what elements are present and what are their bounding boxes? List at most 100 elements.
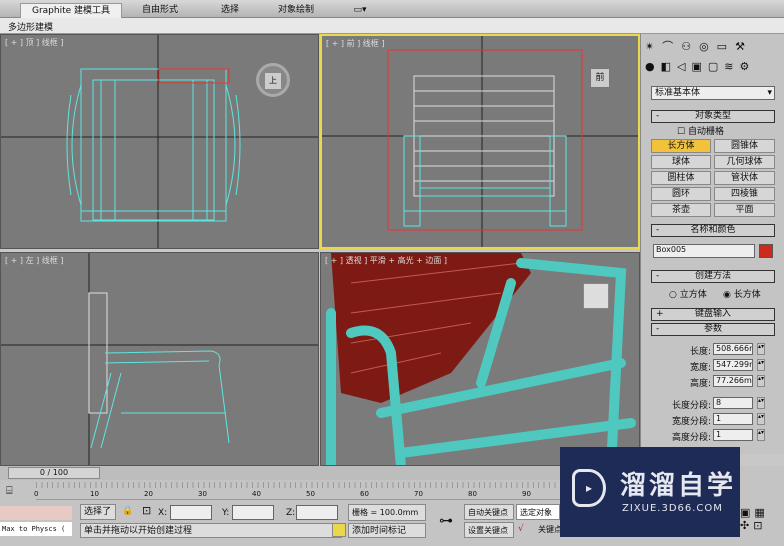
cone-button[interactable]: 圆锥体: [714, 139, 775, 153]
teapot-button[interactable]: 茶壶: [651, 203, 711, 217]
key-filter-dropdown[interactable]: 选定对象: [516, 504, 560, 520]
tick-label: 70: [414, 490, 423, 498]
command-panel: ✴⌒⚇◎▭⚒ ●◧◁▣▢≋⚙ 标准基本体 ▾ - 对象类型 ☐ 自动栅格 长方体 圆…: [640, 34, 784, 454]
maxscript-output[interactable]: Max to Physcs (: [0, 522, 72, 536]
viewport-front[interactable]: [ + ] 前 ] 线框 ] 前: [320, 34, 640, 249]
object-name-input[interactable]: Box005: [653, 244, 755, 258]
tab-freeform[interactable]: 自由形式: [130, 3, 190, 18]
pyramid-button[interactable]: 四棱锥: [714, 187, 775, 201]
ribbon: Graphite 建模工具 自由形式 选择 对象绘制 ▭▾: [0, 0, 784, 18]
viewport-label[interactable]: [ + ] 左 ] 线框 ]: [5, 255, 63, 266]
viewport-left[interactable]: [ + ] 左 ] 线框 ]: [0, 252, 319, 466]
tab-object-paint[interactable]: 对象绘制: [265, 3, 327, 18]
viewport-label[interactable]: [ + ] 透视 ] 平滑 + 高光 + 边面 ]: [325, 255, 447, 266]
z-input[interactable]: [296, 505, 338, 520]
set-key-button[interactable]: 设置关键点: [464, 522, 514, 538]
viewport-nav-icons[interactable]: ▣▦ ✣⊡: [740, 506, 769, 532]
width-segs-input[interactable]: 1: [713, 413, 753, 425]
y-input[interactable]: [232, 505, 274, 520]
length-segs-input[interactable]: 8: [713, 397, 753, 409]
height-segs-input[interactable]: 1: [713, 429, 753, 441]
radio-cube[interactable]: ○ 立方体: [669, 287, 707, 300]
panel-tabs[interactable]: ✴⌒⚇◎▭⚒: [645, 38, 783, 54]
geosphere-button[interactable]: 几何球体: [714, 155, 775, 169]
width-input[interactable]: 547.299m: [713, 359, 753, 371]
plane-button[interactable]: 平面: [714, 203, 775, 217]
auto-key-button[interactable]: 自动关键点: [464, 504, 514, 520]
z-label: Z:: [286, 508, 296, 518]
tick-label: 20: [144, 490, 153, 498]
grid-size: 栅格 = 100.0mm: [348, 504, 426, 521]
width-label: 宽度:: [689, 363, 711, 373]
tick-label: 60: [360, 490, 369, 498]
primitive-type-dropdown[interactable]: 标准基本体 ▾: [651, 86, 775, 100]
object-color-swatch[interactable]: [759, 244, 773, 258]
watermark-url: ZIXUE.3D66.COM: [622, 503, 723, 514]
tab-graphite[interactable]: Graphite 建模工具: [20, 3, 122, 18]
x-label: X:: [158, 508, 168, 518]
height-input[interactable]: 77.266mn: [713, 375, 753, 387]
isolate-toggle[interactable]: [332, 523, 346, 537]
torus-button[interactable]: 圆环: [651, 187, 711, 201]
transform-mode-icon[interactable]: ⊡: [142, 504, 151, 517]
tab-selection[interactable]: 选择: [205, 3, 255, 18]
key-icon[interactable]: ⊶: [432, 506, 460, 536]
window-dropdown-icon[interactable]: ▭▾: [348, 3, 372, 18]
viewcube[interactable]: 上: [256, 63, 290, 97]
width-segs-label: 宽度分段:: [671, 417, 711, 427]
add-time-tag[interactable]: 添加时间标记: [348, 523, 426, 538]
autogrid-checkbox[interactable]: ☐ 自动栅格: [677, 124, 724, 137]
length-label: 长度:: [689, 347, 711, 357]
length-spinner[interactable]: ▴▾: [757, 343, 765, 355]
length-segs-spinner[interactable]: ▴▾: [757, 397, 765, 409]
length-segs-label: 长度分段:: [671, 401, 711, 411]
width-segs-spinner[interactable]: ▴▾: [757, 413, 765, 425]
box-button[interactable]: 长方体: [651, 139, 711, 153]
rollout-keyboard-entry[interactable]: + 键盘输入: [651, 308, 775, 321]
time-slider[interactable]: 0 / 100: [8, 467, 100, 479]
length-input[interactable]: 508.666m: [713, 343, 753, 355]
sphere-button[interactable]: 球体: [651, 155, 711, 169]
selection-status: 选择了: [80, 504, 116, 520]
create-category-icons[interactable]: ●◧◁▣▢≋⚙: [645, 60, 783, 76]
viewport-top[interactable]: [ + ] 顶 ] 线框 ] 上: [0, 34, 319, 249]
tick-label: 50: [306, 490, 315, 498]
time-slider-track[interactable]: 0 / 100: [0, 466, 640, 480]
left-wireframe: [1, 253, 318, 465]
y-label: Y:: [222, 508, 230, 518]
maxscript-listener[interactable]: [0, 506, 72, 520]
width-spinner[interactable]: ▴▾: [757, 359, 765, 371]
height-spinner[interactable]: ▴▾: [757, 375, 765, 387]
poly-modeling-label[interactable]: 多边形建模: [8, 20, 53, 33]
rollout-creation-method[interactable]: - 创建方法: [651, 270, 775, 283]
tick-label: 80: [468, 490, 477, 498]
timeline-config-icon[interactable]: ⌸: [6, 484, 13, 498]
tick-label: 10: [90, 490, 99, 498]
key-filters-button[interactable]: 关键点: [538, 524, 562, 535]
ribbon-panel: 多边形建模: [0, 18, 784, 34]
viewcube[interactable]: [583, 283, 609, 309]
tube-button[interactable]: 管状体: [714, 171, 775, 185]
key-filters-icon[interactable]: √: [518, 524, 524, 534]
prompt-line: 单击并拖动以开始创建过程: [80, 523, 342, 538]
viewcube[interactable]: 前: [590, 68, 610, 88]
track-bar[interactable]: 0 10 20 30 40 50 60 70 80 90: [34, 482, 566, 500]
height-label: 高度:: [689, 379, 711, 389]
viewport-label[interactable]: [ + ] 顶 ] 线框 ]: [5, 37, 63, 48]
x-input[interactable]: [170, 505, 212, 520]
tick-label: 90: [522, 490, 531, 498]
tick-label: 0: [34, 490, 39, 498]
rollout-name-color[interactable]: - 名称和颜色: [651, 224, 775, 237]
cylinder-button[interactable]: 圆柱体: [651, 171, 711, 185]
watermark-title: 溜溜自学: [620, 471, 737, 501]
radio-box[interactable]: ◉ 长方体: [723, 287, 761, 300]
viewport-label[interactable]: [ + ] 前 ] 线框 ]: [326, 38, 384, 49]
rollout-parameters[interactable]: - 参数: [651, 323, 775, 336]
lock-icon[interactable]: 🔒: [122, 506, 133, 516]
tick-label: 40: [252, 490, 261, 498]
height-segs-spinner[interactable]: ▴▾: [757, 429, 765, 441]
watermark: ▸ 溜溜自学 ZIXUE.3D66.COM: [560, 447, 740, 537]
rollout-object-type[interactable]: - 对象类型: [651, 110, 775, 123]
play-logo-icon: ▸: [572, 469, 606, 507]
viewport-perspective[interactable]: [ + ] 透视 ] 平滑 + 高光 + 边面 ]: [320, 252, 640, 466]
